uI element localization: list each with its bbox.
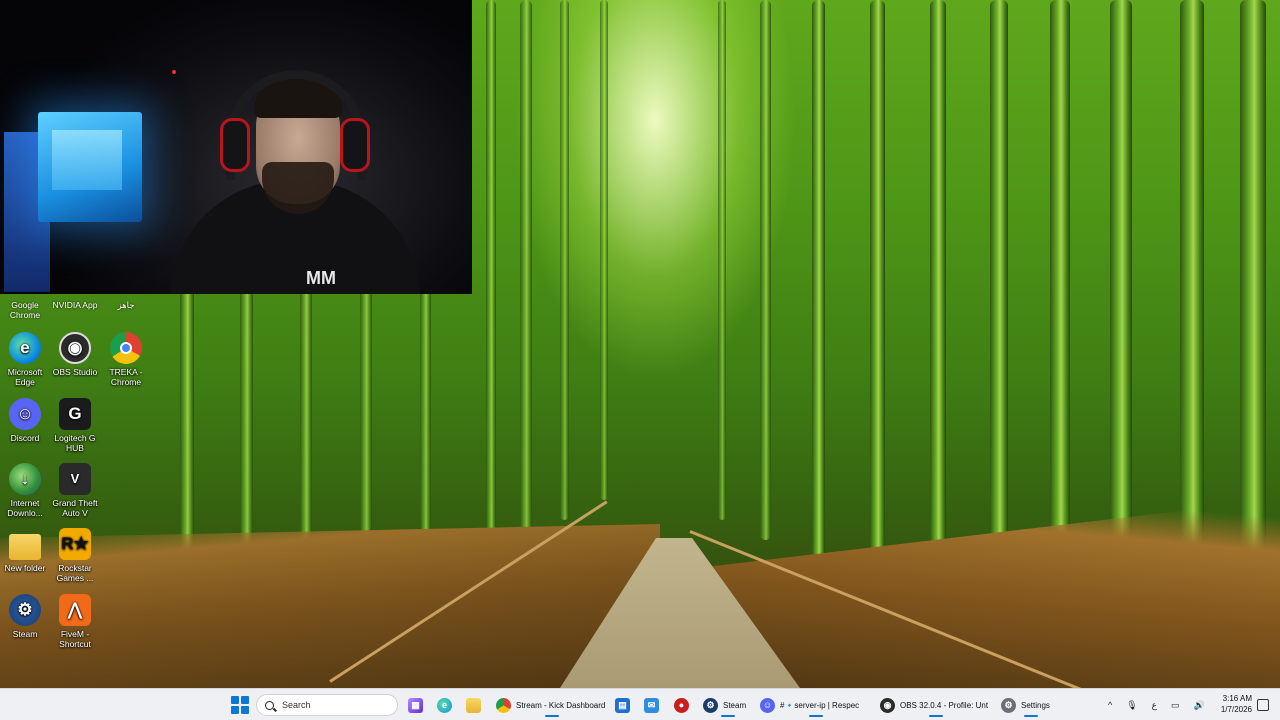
shirt-logo: MM xyxy=(306,268,336,288)
edge-taskbar-icon: e xyxy=(437,697,452,713)
desktop-label-arabic[interactable]: جاهز xyxy=(101,300,151,310)
chevron-up-icon[interactable]: ^ xyxy=(1108,700,1112,710)
desktop-icon-discord[interactable]: ☺ Discord xyxy=(0,398,50,443)
keyboard-layout[interactable]: ع xyxy=(1152,700,1157,711)
store-icon: ▤ xyxy=(615,697,630,713)
rockstar-icon: R★ xyxy=(59,528,91,560)
taskbar-record-app[interactable]: ● xyxy=(674,693,689,717)
taskbar: Search ▦ e Stream - Kick Dashboard ▤ ✉ ●… xyxy=(0,688,1280,720)
taskbar-discord[interactable]: ☺ #🔹server-ip | Respec xyxy=(760,693,872,717)
desktop-icon-new-folder[interactable]: New folder xyxy=(0,528,50,573)
taskbar-edge[interactable]: e xyxy=(437,693,452,717)
network-icon[interactable]: ▭ xyxy=(1171,700,1180,711)
taskbar-settings[interactable]: ⚙ Settings xyxy=(1001,693,1061,717)
taskbar-file-explorer[interactable] xyxy=(466,693,481,717)
start-button[interactable] xyxy=(228,693,252,717)
desktop-icon-rockstar-games[interactable]: R★ Rockstar Games ... xyxy=(50,528,100,583)
taskbar-outlook[interactable]: ✉ xyxy=(644,693,659,717)
desktop-icon-treka-chrome[interactable]: TREKA - Chrome xyxy=(101,332,151,387)
desktop-icon-microsoft-edge[interactable]: e Microsoft Edge xyxy=(0,332,50,387)
desktop-icon-fivem[interactable]: ⋀ FiveM - Shortcut xyxy=(50,594,100,649)
glowing-fridge xyxy=(38,112,142,222)
logitech-icon: G xyxy=(59,398,91,430)
desktop-icon-logitech-g-hub[interactable]: G Logitech G HUB xyxy=(50,398,100,453)
gta-icon: V xyxy=(59,463,91,495)
kick-app-icon: ▦ xyxy=(408,697,423,713)
taskbar-steam[interactable]: ⚙ Steam xyxy=(703,693,753,717)
taskbar-clock[interactable]: 3:16 AM 1/7/2026 xyxy=(1214,693,1252,715)
edge-icon: e xyxy=(9,332,41,364)
obs-icon: ◉ xyxy=(59,332,91,364)
webcam-overlay: MM xyxy=(0,0,472,294)
desktop-icon-obs-studio[interactable]: ◉ OBS Studio xyxy=(50,332,100,377)
steam-icon: ⚙ xyxy=(9,594,41,626)
notification-icon[interactable] xyxy=(1257,699,1269,711)
microphone-icon[interactable]: 🎙 xyxy=(1126,700,1137,711)
desktop-icon-internet-download-manager[interactable]: ↓ Internet Downlo... xyxy=(0,463,50,518)
taskbar-obs[interactable]: ◉ OBS 32.0.4 - Profile: Unt xyxy=(880,693,992,717)
taskbar-kick-app[interactable]: ▦ xyxy=(408,693,423,717)
obs-taskbar-icon: ◉ xyxy=(880,697,895,713)
record-icon: ● xyxy=(674,697,689,713)
folder-icon xyxy=(9,534,41,560)
search-icon xyxy=(265,700,274,710)
system-tray: ^ 🎙 ع ▭ 🔊 xyxy=(1108,689,1205,720)
file-explorer-icon xyxy=(466,697,481,713)
desktop-label-nvidia-app[interactable]: NVIDIA App xyxy=(50,300,100,310)
discord-icon: ☺ xyxy=(9,398,41,430)
search-placeholder: Search xyxy=(282,700,311,710)
steam-taskbar-icon: ⚙ xyxy=(703,697,718,713)
desktop-icon-steam[interactable]: ⚙ Steam xyxy=(0,594,50,639)
taskbar-chrome-kick-dashboard[interactable]: Stream - Kick Dashboard xyxy=(496,693,608,717)
outlook-icon: ✉ xyxy=(644,697,659,713)
desktop-icon-gta-v[interactable]: V Grand Theft Auto V xyxy=(50,463,100,518)
chrome-taskbar-icon xyxy=(496,697,511,713)
idm-icon: ↓ xyxy=(9,463,41,495)
chrome-icon xyxy=(110,332,142,364)
taskbar-store[interactable]: ▤ xyxy=(615,693,630,717)
taskbar-search-box[interactable]: Search xyxy=(256,694,398,716)
clock-time: 3:16 AM xyxy=(1222,694,1252,703)
discord-taskbar-icon: ☺ xyxy=(760,697,775,713)
settings-icon: ⚙ xyxy=(1001,697,1016,713)
volume-icon[interactable]: 🔊 xyxy=(1194,700,1205,711)
clock-date: 1/7/2026 xyxy=(1220,705,1252,714)
desktop-label-google-chrome[interactable]: Google Chrome xyxy=(0,300,50,320)
fivem-icon: ⋀ xyxy=(59,594,91,626)
